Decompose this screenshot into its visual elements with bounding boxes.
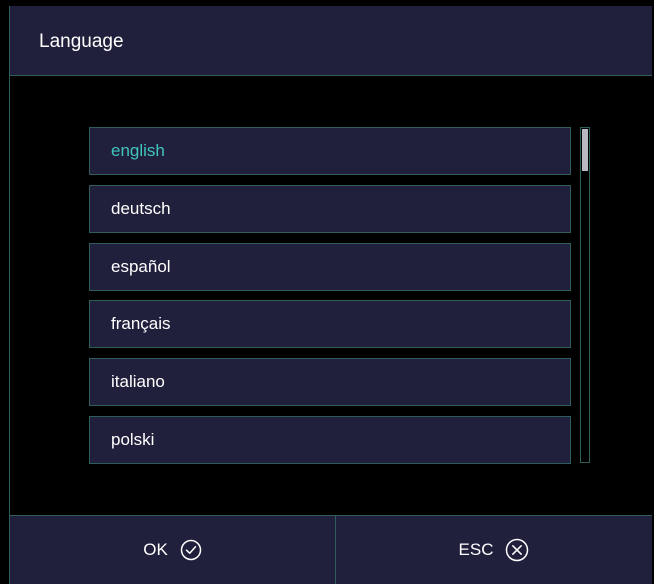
title-bar: Language	[9, 6, 652, 76]
esc-button-label: ESC	[458, 540, 494, 559]
language-item-deutsch[interactable]: deutsch	[89, 185, 571, 233]
language-item-polski[interactable]: polski	[89, 416, 571, 464]
language-item-espanol[interactable]: español	[89, 243, 571, 291]
scrollbar-track[interactable]	[580, 127, 590, 463]
left-border	[9, 76, 10, 516]
language-item-label: polski	[111, 430, 155, 449]
ok-button[interactable]: OK	[10, 516, 335, 584]
language-item-label: italiano	[111, 372, 165, 391]
language-item-english[interactable]: english	[89, 127, 571, 175]
language-item-italiano[interactable]: italiano	[89, 358, 571, 406]
language-item-label: español	[111, 257, 171, 276]
scrollbar-thumb[interactable]	[582, 129, 588, 171]
language-list: english deutsch español français italian…	[89, 127, 571, 464]
language-item-label: deutsch	[111, 199, 171, 218]
language-item-label: français	[111, 314, 171, 333]
language-item-label: english	[111, 141, 165, 160]
dialog-title: Language	[39, 31, 124, 52]
ok-button-label: OK	[143, 540, 168, 559]
close-circle-icon	[505, 538, 529, 562]
esc-button[interactable]: ESC	[336, 516, 652, 584]
language-item-francais[interactable]: français	[89, 300, 571, 348]
check-circle-icon	[180, 539, 202, 561]
language-dialog: Language english deutsch español françai…	[0, 0, 654, 584]
footer-bar: OK ESC	[9, 515, 652, 584]
